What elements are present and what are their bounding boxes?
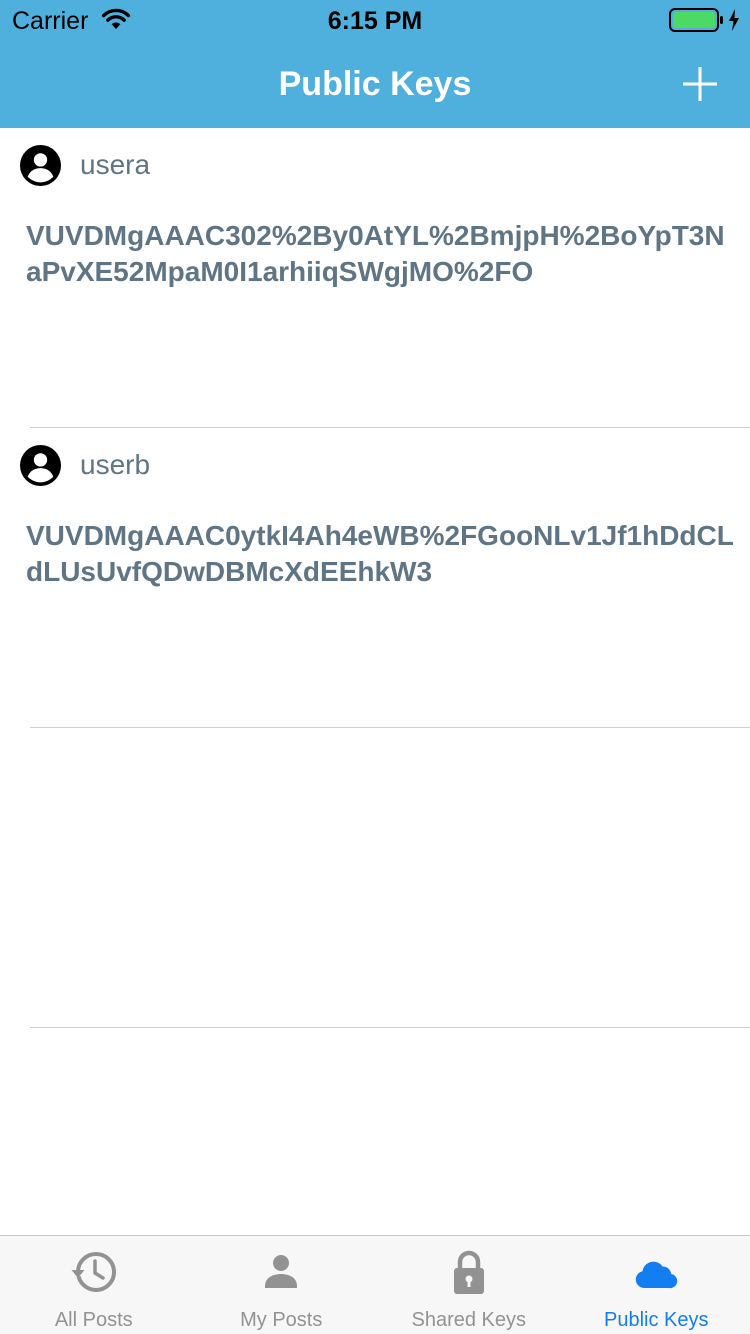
charging-bolt-icon [729, 9, 739, 31]
tab-label: My Posts [240, 1309, 323, 1331]
tab-shared-keys[interactable]: Shared Keys [375, 1236, 563, 1334]
add-key-button[interactable] [676, 60, 724, 108]
person-icon [265, 1255, 298, 1288]
tab-my-posts[interactable]: My Posts [188, 1236, 376, 1334]
battery-icon [669, 8, 723, 32]
tab-label: All Posts [54, 1309, 133, 1331]
status-time: 6:15 PM [327, 7, 423, 35]
account-circle-icon [20, 445, 61, 486]
public-keys-screen: Carrier 6:15 PM Public Keys usera VUVDMg… [0, 0, 750, 1334]
account-circle-icon [20, 145, 61, 186]
row-divider [30, 727, 750, 728]
row-divider [30, 1027, 750, 1028]
public-key-text: VUVDMgAAAC0ytkI4Ah4eWB%2FGooNLv1Jf1hDdCL… [26, 520, 734, 587]
public-key-text: VUVDMgAAAC302%2By0AtYL%2BmjpH%2BoYpT3NaP… [26, 220, 725, 287]
tab-public-keys[interactable]: Public Keys [563, 1236, 750, 1334]
cloud-icon [636, 1261, 678, 1289]
list-item[interactable]: usera VUVDMgAAAC302%2By0AtYL%2BmjpH%2BoY… [0, 128, 750, 428]
tab-all-posts[interactable]: All Posts [0, 1236, 188, 1334]
tab-bar: All Posts My Posts Shared Keys Public Ke… [0, 1235, 750, 1334]
tab-label: Public Keys [604, 1309, 709, 1331]
tab-label: Shared Keys [411, 1309, 526, 1331]
lock-icon [453, 1250, 484, 1294]
list-item[interactable]: userb VUVDMgAAAC0ytkI4Ah4eWB%2FGooNLv1Jf… [0, 428, 750, 728]
history-icon [71, 1252, 116, 1292]
username-label: usera [80, 149, 151, 180]
page-title: Public Keys [278, 65, 472, 103]
navigation-bar: Carrier 6:15 PM Public Keys [0, 0, 750, 128]
username-label: userb [80, 449, 151, 480]
